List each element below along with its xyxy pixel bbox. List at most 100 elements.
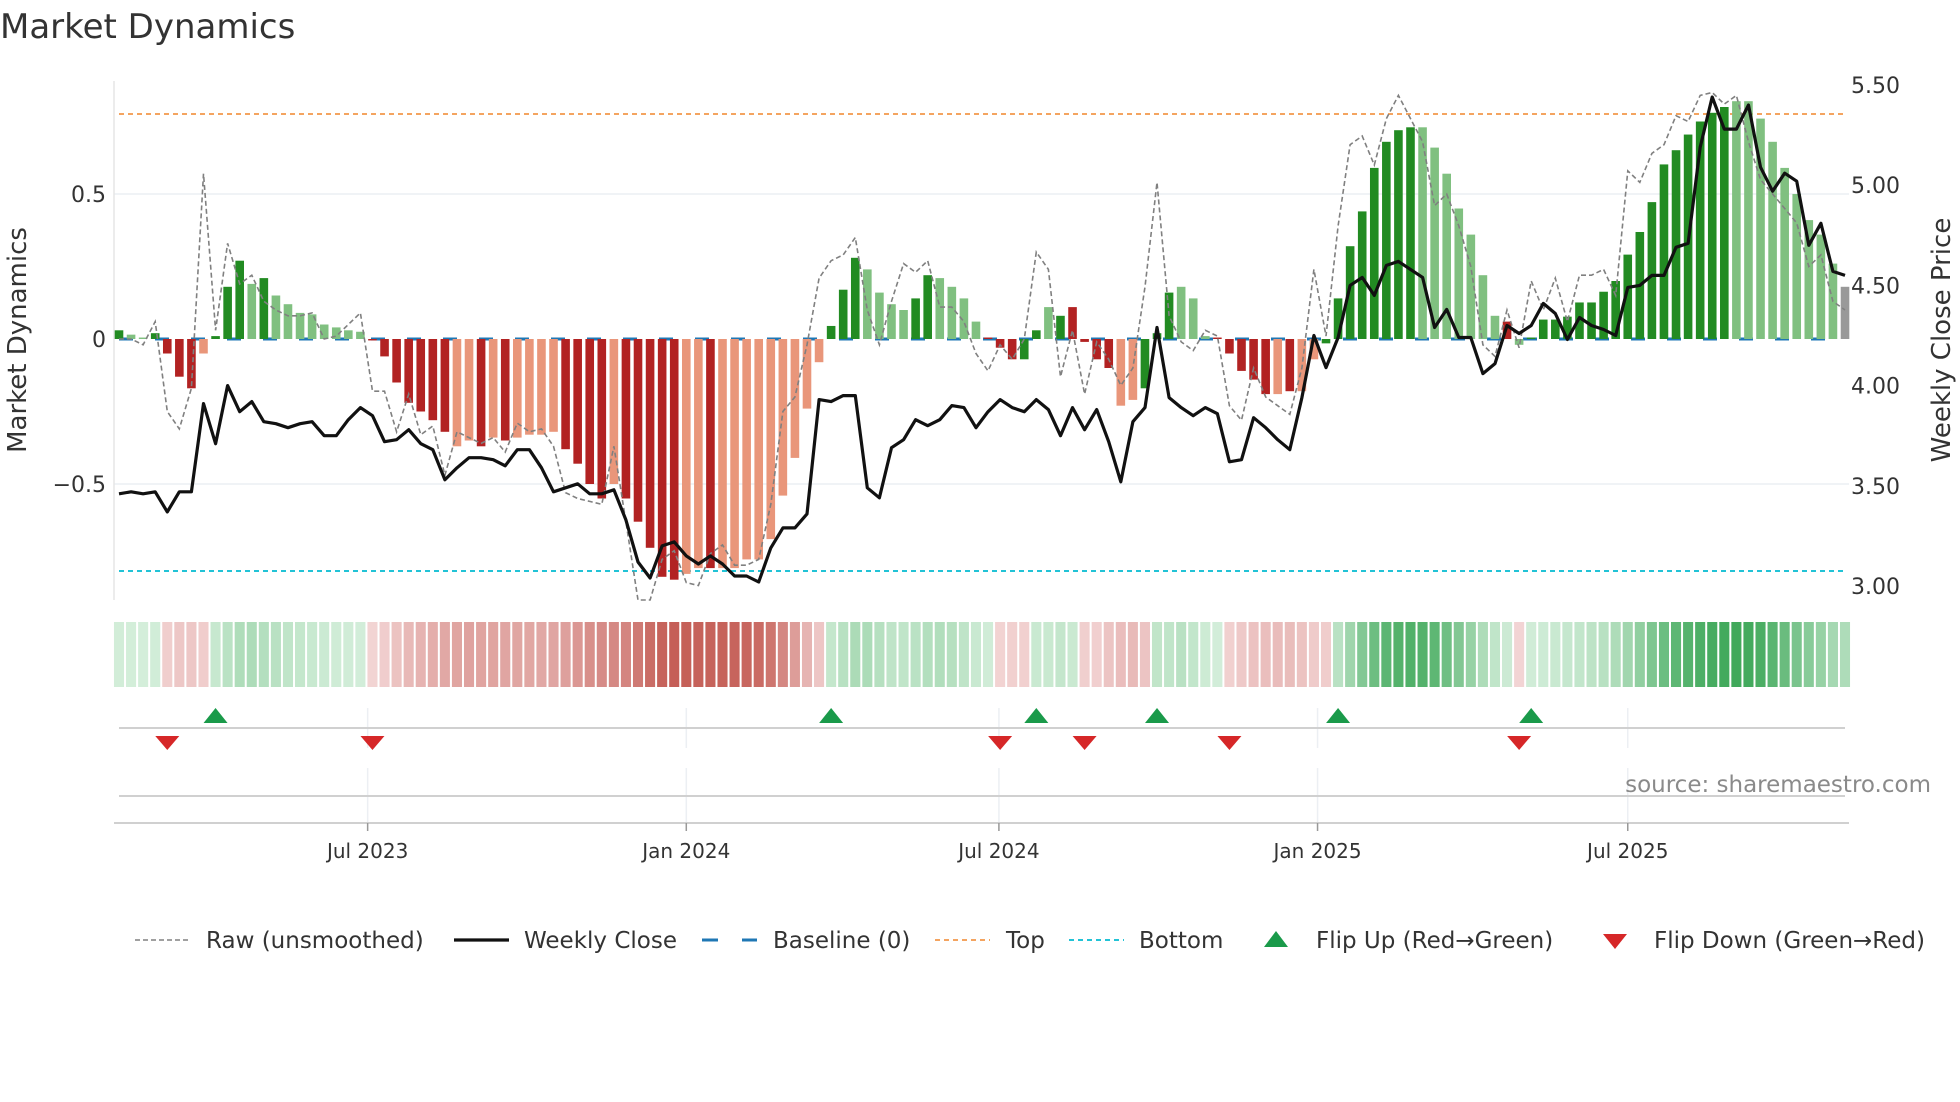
regime-cell	[1477, 622, 1488, 687]
regime-cell	[584, 622, 595, 687]
regime-cell	[500, 622, 511, 687]
regime-cell	[814, 622, 825, 687]
regime-cell	[572, 622, 583, 687]
momentum-bar	[1261, 339, 1270, 395]
regime-cell	[1164, 622, 1175, 687]
regime-cell	[1646, 622, 1657, 687]
regime-cell	[1248, 622, 1259, 687]
momentum-bar	[766, 339, 776, 540]
y2-tick-label: 5.00	[1851, 174, 1900, 199]
momentum-bar	[1768, 141, 1777, 339]
legend-flip-down-icon	[1603, 934, 1627, 949]
regime-cell	[1538, 622, 1549, 687]
x-tick-label: Jul 2024	[956, 839, 1039, 863]
momentum-bar	[1321, 339, 1331, 344]
regime-cell	[1139, 622, 1150, 687]
regime-cell	[632, 622, 644, 687]
regime-cell	[1743, 622, 1754, 687]
regime-cell	[946, 622, 957, 687]
regime-cell	[620, 622, 631, 687]
regime-cell	[1224, 622, 1235, 687]
y-tick-label: −0.5	[53, 473, 106, 498]
regime-cell	[331, 622, 342, 687]
regime-cell	[1212, 622, 1223, 687]
regime-cell	[693, 622, 704, 687]
regime-cell	[1574, 622, 1585, 687]
momentum-bar	[1538, 319, 1548, 339]
regime-cell	[403, 622, 414, 687]
regime-cell	[970, 622, 982, 687]
regime-cell	[1707, 622, 1718, 687]
momentum-bar	[1406, 127, 1415, 339]
momentum-bar	[513, 339, 522, 438]
regime-cell	[1417, 622, 1428, 687]
regime-cell	[1695, 622, 1706, 687]
momentum-bar	[162, 339, 172, 354]
chart-title: Market Dynamics	[0, 7, 295, 47]
momentum-bar	[223, 286, 232, 339]
regime-cell	[524, 622, 535, 687]
regime-cell	[1405, 622, 1416, 687]
regime-cell	[1043, 622, 1054, 687]
regime-cell	[1031, 622, 1042, 687]
momentum-bar	[814, 339, 824, 363]
regime-cell	[1345, 622, 1356, 687]
momentum-bar	[247, 283, 257, 339]
momentum-bar	[1019, 339, 1029, 360]
regime-cell	[379, 622, 390, 687]
momentum-bar	[1671, 150, 1681, 339]
regime-cell	[958, 622, 969, 687]
regime-cell	[1272, 622, 1283, 687]
regime-cell	[1188, 622, 1199, 687]
regime-cell	[1586, 622, 1597, 687]
momentum-bar	[826, 325, 836, 339]
momentum-bar	[1225, 339, 1234, 354]
regime-cell	[1357, 622, 1368, 687]
right-axis-label: Weekly Close Price	[1927, 218, 1957, 463]
regime-cell	[922, 622, 933, 687]
regime-cell	[1598, 622, 1609, 687]
regime-cell	[355, 622, 366, 687]
regime-cell	[174, 622, 185, 687]
left-axis-ticks: 0.5 0 −0.5	[53, 183, 106, 498]
regime-cell	[657, 622, 668, 687]
legend-label-baseline: Baseline (0)	[773, 928, 910, 954]
momentum-bar	[1116, 339, 1126, 406]
momentum-bar	[850, 257, 860, 339]
y2-tick-label: 4.50	[1851, 274, 1900, 299]
regime-cell	[1284, 622, 1295, 687]
regime-cell	[645, 622, 656, 687]
regime-cell	[765, 622, 776, 687]
momentum-bar	[271, 295, 281, 339]
regime-cell	[1127, 622, 1138, 687]
regime-cell	[596, 622, 607, 687]
momentum-bar	[633, 339, 643, 522]
momentum-bar	[681, 339, 691, 574]
regime-cell	[1622, 622, 1633, 687]
momentum-bar	[742, 339, 751, 560]
regime-cell	[1791, 622, 1802, 687]
momentum-bar	[597, 339, 607, 499]
momentum-bar	[175, 339, 184, 377]
momentum-bar	[211, 336, 220, 339]
legend-label-raw: Raw (unsmoothed)	[206, 928, 424, 954]
regime-cell	[1634, 622, 1645, 687]
regime-cell	[258, 622, 269, 687]
regime-cell	[1683, 622, 1694, 687]
momentum-bar	[706, 339, 715, 569]
legend-flip-up-icon	[1264, 931, 1288, 947]
momentum-bar	[573, 339, 582, 464]
regime-cell	[1308, 622, 1319, 687]
regime-cell	[451, 622, 462, 687]
regime-cell	[1731, 622, 1742, 687]
regime-cell	[138, 622, 149, 687]
momentum-bar	[887, 304, 896, 339]
regime-cell	[1562, 622, 1573, 687]
momentum-bar	[1418, 127, 1427, 339]
regime-cell	[801, 622, 813, 687]
regime-cell	[1670, 622, 1682, 687]
regime-cell	[536, 622, 547, 687]
regime-cell	[548, 622, 559, 687]
momentum-bar	[911, 298, 920, 339]
momentum-bar	[440, 339, 450, 432]
